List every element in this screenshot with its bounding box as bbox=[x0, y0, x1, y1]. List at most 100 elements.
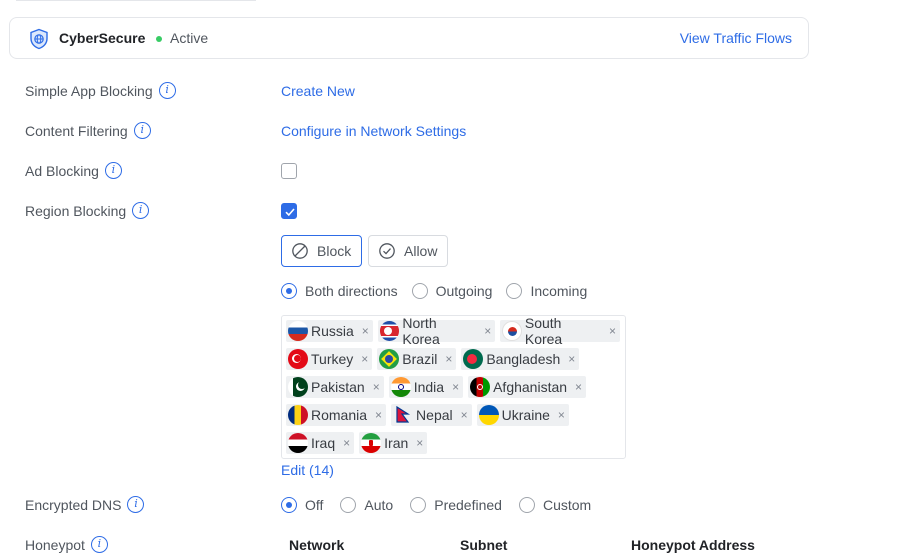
create-new-link[interactable]: Create New bbox=[281, 83, 355, 99]
chip-label: Nepal bbox=[416, 407, 453, 423]
ad-blocking-label: Ad Blocking i bbox=[25, 162, 122, 179]
india-flag-icon bbox=[390, 377, 411, 397]
radio-button[interactable] bbox=[340, 497, 357, 513]
info-icon[interactable]: i bbox=[133, 122, 151, 139]
radio-outgoing[interactable]: Outgoing bbox=[411, 283, 493, 299]
radio-button[interactable] bbox=[411, 283, 428, 299]
iran-flag-icon bbox=[361, 433, 382, 453]
country-chip-brazil: Brazil × bbox=[377, 348, 457, 370]
radio-dns-predefined[interactable]: Predefined bbox=[410, 497, 502, 513]
remove-chip-icon[interactable]: × bbox=[568, 352, 575, 366]
ad-blocking-checkbox[interactable] bbox=[281, 163, 297, 179]
country-chip-afghanistan: Afghanistan × bbox=[468, 376, 587, 398]
remove-chip-icon[interactable]: × bbox=[361, 352, 368, 366]
nepal-flag-icon bbox=[393, 405, 413, 425]
direction-radio-group: Both directions Outgoing Incoming bbox=[281, 283, 601, 299]
remove-chip-icon[interactable]: × bbox=[452, 380, 459, 394]
country-chip-pakistan: Pakistan × bbox=[286, 376, 384, 398]
remove-chip-icon[interactable]: × bbox=[445, 352, 452, 366]
info-icon[interactable]: i bbox=[90, 536, 108, 553]
info-icon[interactable]: i bbox=[158, 82, 176, 99]
ad-blocking-text: Ad Blocking bbox=[25, 162, 99, 179]
radio-button[interactable] bbox=[281, 283, 297, 299]
info-icon[interactable]: i bbox=[127, 496, 145, 513]
chip-label: Iran bbox=[384, 435, 409, 451]
radio-label: Outgoing bbox=[435, 283, 493, 299]
column-header-subnet[interactable]: Subnet bbox=[460, 537, 507, 553]
region-blocking-text: Region Blocking bbox=[25, 202, 127, 219]
radio-label: Incoming bbox=[530, 283, 588, 299]
remove-chip-icon[interactable]: × bbox=[375, 408, 382, 422]
checkmark-icon bbox=[285, 208, 295, 217]
brazil-flag-icon bbox=[379, 349, 400, 369]
honeypot-text: Honeypot bbox=[25, 536, 85, 553]
status-text: Active bbox=[170, 30, 209, 46]
remove-chip-icon[interactable]: × bbox=[416, 436, 423, 450]
radio-label: Auto bbox=[364, 497, 394, 513]
remove-chip-icon[interactable]: × bbox=[484, 324, 491, 338]
radio-button[interactable] bbox=[410, 497, 427, 513]
info-icon[interactable]: i bbox=[132, 202, 150, 219]
turkey-flag-icon bbox=[288, 349, 308, 369]
radio-label: Predefined bbox=[434, 497, 502, 513]
radio-dns-auto[interactable]: Auto bbox=[340, 497, 393, 513]
chip-label: Turkey bbox=[311, 351, 354, 367]
country-chip-russia: Russia × bbox=[286, 320, 373, 342]
top-divider bbox=[16, 0, 256, 1]
iraq-flag-icon bbox=[288, 433, 308, 453]
country-chip-romania: Romania × bbox=[286, 404, 387, 426]
remove-chip-icon[interactable]: × bbox=[575, 380, 582, 394]
block-icon bbox=[292, 243, 308, 259]
simple-app-blocking-label: Simple App Blocking i bbox=[25, 82, 176, 99]
radio-button[interactable] bbox=[281, 497, 297, 513]
chip-label: South Korea bbox=[524, 315, 563, 347]
remove-chip-icon[interactable]: × bbox=[558, 408, 565, 422]
radio-label: Both directions bbox=[305, 283, 398, 299]
chip-label: Pakistan bbox=[311, 379, 365, 395]
chip-label: Russia bbox=[311, 323, 354, 339]
configure-network-settings-link[interactable]: Configure in Network Settings bbox=[281, 123, 466, 139]
remove-chip-icon[interactable]: × bbox=[373, 380, 380, 394]
view-traffic-flows-link[interactable]: View Traffic Flows bbox=[680, 30, 792, 46]
app-header-card: CyberSecure Active View Traffic Flows bbox=[9, 17, 809, 59]
honeypot-label: Honeypot i bbox=[25, 536, 108, 553]
column-header-network[interactable]: Network bbox=[289, 537, 344, 553]
column-header-honeypot-address[interactable]: Honeypot Address bbox=[631, 537, 755, 553]
country-chip-ukraine: Ukraine × bbox=[476, 404, 569, 426]
chip-label: Brazil bbox=[402, 351, 438, 367]
info-icon[interactable]: i bbox=[104, 162, 122, 179]
radio-label: Off bbox=[305, 497, 324, 513]
radio-dns-off[interactable]: Off bbox=[281, 497, 323, 513]
allow-button[interactable]: Allow bbox=[368, 235, 449, 267]
chip-label: Iraq bbox=[311, 435, 336, 451]
radio-both-directions[interactable]: Both directions bbox=[281, 283, 398, 299]
pakistan-flag-icon bbox=[288, 377, 308, 397]
country-chip-nepal: Nepal × bbox=[391, 404, 472, 426]
allow-button-label: Allow bbox=[404, 243, 438, 259]
region-blocking-checkbox[interactable] bbox=[281, 203, 297, 219]
content-filtering-text: Content Filtering bbox=[25, 122, 128, 139]
radio-dns-custom[interactable]: Custom bbox=[518, 497, 591, 513]
remove-chip-icon[interactable]: × bbox=[362, 324, 369, 338]
remove-chip-icon[interactable]: × bbox=[609, 324, 616, 338]
shield-globe-icon bbox=[30, 28, 48, 50]
simple-app-blocking-text: Simple App Blocking bbox=[25, 82, 153, 99]
region-selection-box[interactable]: Russia × North Korea × South Korea × Tur… bbox=[281, 315, 626, 459]
encrypted-dns-label: Encrypted DNS i bbox=[25, 496, 145, 513]
block-button[interactable]: Block bbox=[281, 235, 363, 267]
edit-regions-link[interactable]: Edit (14) bbox=[281, 462, 334, 478]
radio-incoming[interactable]: Incoming bbox=[506, 283, 587, 299]
country-chip-iraq: Iraq × bbox=[286, 432, 355, 454]
country-chip-north-korea: North Korea × bbox=[377, 315, 496, 347]
remove-chip-icon[interactable]: × bbox=[343, 436, 350, 450]
north-korea-flag-icon bbox=[379, 321, 400, 341]
afghanistan-flag-icon bbox=[470, 377, 491, 397]
radio-button[interactable] bbox=[518, 497, 535, 513]
country-chip-india: India × bbox=[388, 376, 464, 398]
country-chip-bangladesh: Bangladesh × bbox=[461, 348, 580, 370]
remove-chip-icon[interactable]: × bbox=[461, 408, 468, 422]
chip-label: Ukraine bbox=[501, 407, 550, 423]
radio-button[interactable] bbox=[506, 283, 523, 299]
encrypted-dns-text: Encrypted DNS bbox=[25, 496, 122, 513]
country-chip-south-korea: South Korea × bbox=[500, 315, 620, 347]
